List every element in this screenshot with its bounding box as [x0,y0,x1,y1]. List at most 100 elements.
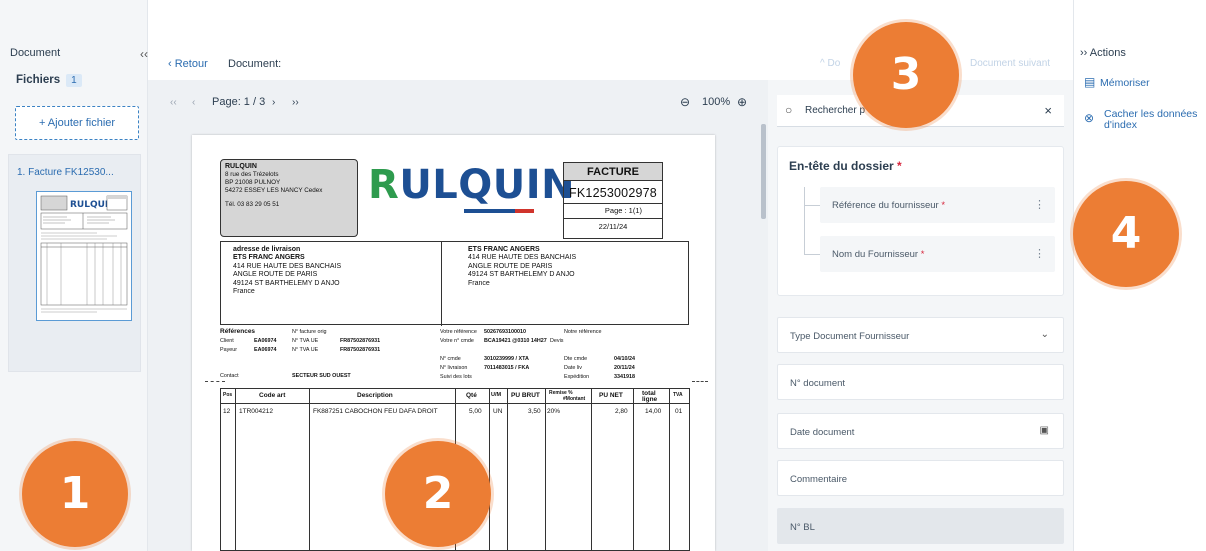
ref-label: Client [220,338,234,344]
ref-label: N° livraison [440,365,468,371]
annotation-marker: 3 [853,22,959,128]
files-label: Fichiers [16,74,61,86]
zoom-in-icon[interactable]: ⊕ [737,95,747,109]
ref-label: N° TVA UE [292,338,319,344]
address-line: 414 RUE HAUTE DES BANCHAIS [233,262,342,270]
next-document-link[interactable]: Document suivant [970,58,1050,69]
address-block: adresse de livraison ETS FRANC ANGERS 41… [220,241,689,326]
address-line: France [233,288,255,296]
field-label: N° document [790,378,846,389]
field-label: N° BL [790,522,815,533]
actions-title[interactable]: ›› Actions [1080,47,1126,59]
sender-phone: Tél. 03 83 29 05 51 [225,201,280,208]
invoice-number: FK1253002978 [569,186,657,200]
ref-value: 3341918 [614,374,635,380]
document-date-field[interactable]: Date document ▣ [777,413,1064,449]
table-cell: 3,50 [528,408,541,415]
comment-field[interactable]: Commentaire [777,460,1064,496]
column-divider [669,389,670,551]
fold-mark [692,381,708,382]
last-page-button[interactable]: ›› [292,97,299,108]
page-indicator: Page: 1 / 3 [212,96,266,108]
sender-line: 54272 ESSEY LES NANCY Cedex [225,187,323,194]
delivery-title: adresse de livraison [233,246,301,253]
ref-value: FR87502876931 [340,338,381,344]
sender-name: RULQUIN [225,163,257,170]
required-mark: * [897,159,902,173]
close-icon[interactable]: × [1044,103,1052,118]
column-header: Pos [223,392,233,398]
document-type-select[interactable]: Type Document Fournisseur ⌄ [777,317,1064,353]
ref-label: Votre référence [440,329,477,335]
document-label: Document: [228,58,282,70]
close-circle-icon: ⊗ [1084,111,1095,125]
table-cell: UN [493,408,503,415]
search-placeholder: Rechercher p [805,105,866,116]
logo-accent [515,209,534,213]
collapse-panel-icon[interactable]: ‹‹ [140,47,148,61]
bl-number-field[interactable]: N° BL [777,508,1064,544]
ref-label: Dte cmde [564,356,588,362]
column-divider [489,389,490,551]
zoom-out-icon[interactable]: ⊖ [680,95,690,109]
viewer-scrollbar[interactable] [761,124,766,219]
add-file-button[interactable]: + Ajouter fichier [15,106,139,140]
column-divider [633,389,634,551]
chevron-down-icon: ⌄ [1040,329,1049,340]
address-line: 49124 ST BARTHELEMY D ANJO [233,279,340,287]
file-item[interactable]: 1. Facture FK12530... RULQUIN [8,154,141,372]
more-options-icon[interactable]: ⋮ [1034,247,1045,260]
next-page-button[interactable]: › [272,97,275,108]
ref-label: N° TVA UE [292,347,319,353]
divider [564,218,662,219]
files-section-title: Fichiers 1 [16,74,82,87]
ref-label: Payeur [220,347,238,353]
first-page-button[interactable]: ‹‹ [170,97,177,108]
ref-value: 3010239999 / XTA [484,356,529,362]
ref-label: N° cmde [440,356,461,362]
calendar-icon[interactable]: ▣ [1040,425,1049,436]
zoom-level: 100% [702,96,731,108]
sender-line: 8 rue des Trézelots [225,171,279,178]
column-divider [235,389,236,551]
ref-label: Contact [220,373,239,379]
previous-document-link[interactable]: ^ Do [820,58,840,69]
panel-title: Document [10,47,61,59]
viewer-toolbar: ‹‹ ‹ Page: 1 / 3 › ›› ⊖ 100% ⊕ [148,80,768,124]
ref-value: FR87502876931 [340,347,381,353]
table-cell: 14,00 [645,408,662,415]
ref-label: Devis [550,338,564,344]
supplier-reference-field[interactable]: Référence du fournisseur * ⋮ [820,187,1055,223]
sender-line: BP 21008 PULNOY [225,179,281,186]
ref-label: Votre n° cmde [440,338,474,344]
hide-index-label: Cacher les données d'index [1104,108,1198,131]
ref-label: Notre référence [564,329,602,335]
column-header: Description [357,392,393,399]
ref-value: 50267693100010 [484,329,526,335]
divider [441,242,442,326]
column-header: TVA [673,392,683,398]
column-header: Qté [466,392,477,399]
previous-page-button[interactable]: ‹ [192,97,195,108]
more-options-icon[interactable]: ⋮ [1034,198,1045,211]
ref-label: N° facture orig [292,329,327,335]
column-divider [507,389,508,551]
file-thumbnail[interactable]: RULQUIN [36,191,132,321]
column-header: Code art [259,392,286,399]
table-cell: 12 [223,408,231,415]
column-header-sub: ligne [642,396,658,403]
address-line: France [468,279,490,287]
back-link[interactable]: ‹ Retour [168,58,208,70]
table-cell: 5,00 [469,408,482,415]
document-number-field[interactable]: N° document [777,364,1064,400]
save-button[interactable]: ▤ Mémoriser [1084,75,1150,89]
invoice-header-box: FACTURE FK1253002978 Page : 1(1) 22/11/2… [563,162,663,239]
files-panel-header: Document ‹‹ [10,47,148,61]
column-header: PU BRUT [511,392,540,399]
logo-r: R [368,162,400,208]
supplier-name-field[interactable]: Nom du Fournisseur * ⋮ [820,236,1055,272]
ref-label: Date liv [564,365,582,371]
document-type: FACTURE [564,163,662,181]
table-cell: FK887251 CABOCHON FEU DAFA DROIT [313,408,438,415]
column-header: PU NET [599,392,623,399]
